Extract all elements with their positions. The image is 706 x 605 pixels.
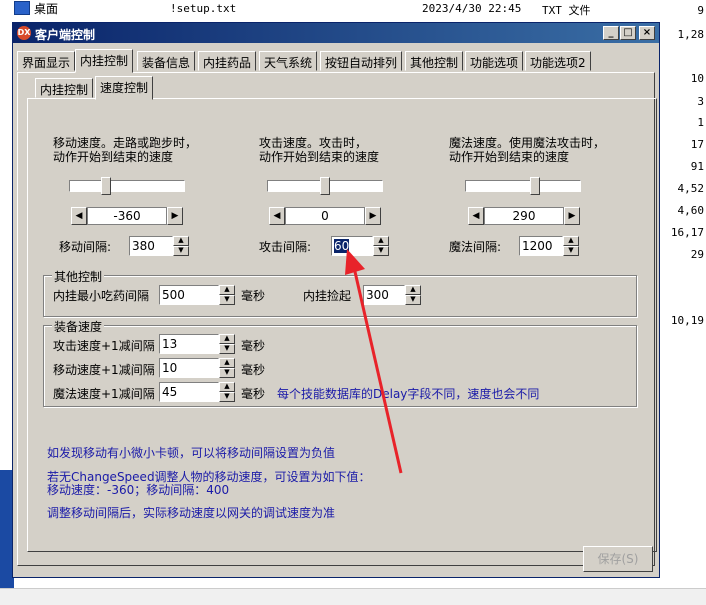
status-bar: [0, 588, 706, 605]
file-date: 2023/4/30 22:45: [422, 2, 522, 15]
arrow-line: [351, 262, 403, 474]
desktop-label: 桌面: [34, 1, 59, 16]
size-value: 4,52: [677, 182, 705, 195]
size-value: 4,60: [677, 204, 705, 217]
size-column: 9 1,28 10 3 1 17 91 4,52 4,60 16,17 29 1…: [660, 0, 706, 340]
file-name: !setup.txt: [170, 2, 237, 15]
desktop-item[interactable]: 桌面: [14, 0, 58, 16]
size-value: 10: [690, 72, 704, 85]
size-value: 3: [697, 95, 704, 108]
size-value: 91: [690, 160, 704, 173]
subtab-speed-control[interactable]: 速度控制: [95, 76, 154, 100]
tab-plugin-control[interactable]: 内挂控制: [75, 49, 134, 73]
file-type: TXT 文件: [542, 4, 591, 17]
desktop-icon: [14, 1, 30, 15]
client-control-window: DX 客户端控制 _ □ × 界面显示 内挂控制 装备信息 内挂药品 天气系统 …: [12, 22, 660, 578]
size-value: 1: [697, 116, 704, 129]
size-value: 9: [697, 4, 704, 17]
annotation-arrow: [345, 249, 403, 474]
file-row[interactable]: !setup.txt 2023/4/30 22:45 TXT 文件: [160, 2, 640, 18]
size-value: 10,19: [670, 314, 704, 327]
size-value: 1,28: [677, 28, 705, 41]
size-value: 16,17: [670, 226, 704, 239]
size-value: 29: [690, 248, 704, 261]
arrow-head-icon: [345, 249, 365, 275]
size-value: 17: [690, 138, 704, 151]
